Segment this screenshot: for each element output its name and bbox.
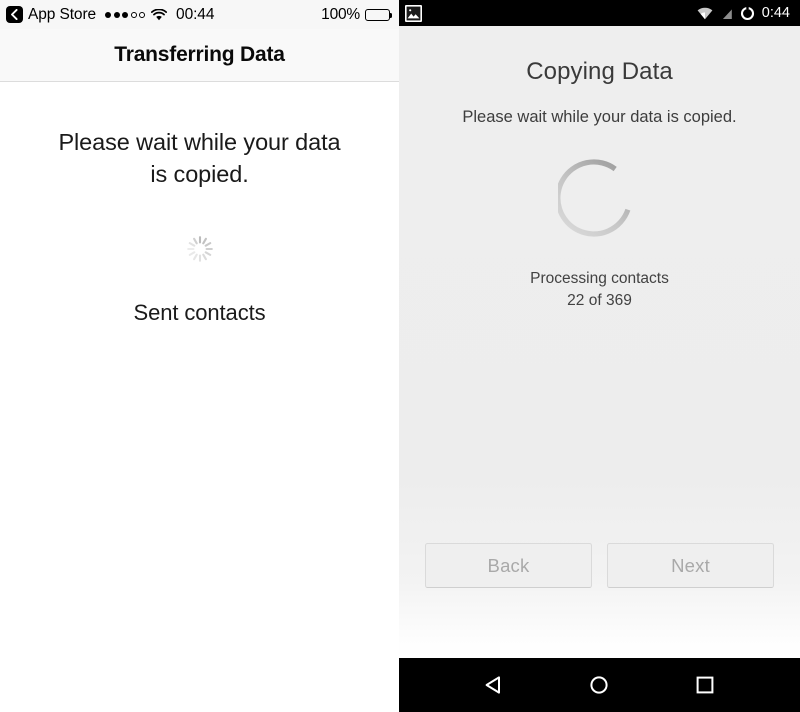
battery-full-icon (365, 8, 393, 21)
android-spinner-container (399, 158, 800, 244)
circular-progress-icon (557, 159, 630, 237)
dual-phone-screenshot: App Store 00:44 100% Transferring Data P… (0, 0, 800, 712)
ios-content-area: Please wait while your data is copied. S… (0, 82, 399, 712)
ios-spinner-container (0, 234, 399, 264)
android-progress-label: Processing contacts (530, 270, 669, 287)
signal-dot-empty (139, 11, 146, 18)
nav-home-circle-icon[interactable] (576, 662, 622, 708)
ios-wait-message: Please wait while your data is copied. (58, 129, 341, 187)
ios-status-right-group: 100% (321, 5, 393, 24)
ios-transfer-status: Sent contacts (133, 299, 266, 325)
android-wait-message: Please wait while your data is copied. (462, 108, 737, 126)
page-title: Transferring Data (114, 43, 285, 66)
ios-clock: 00:44 (176, 5, 215, 23)
back-button[interactable]: Back (425, 543, 592, 588)
ios-nav-bar: Transferring Data (0, 29, 399, 82)
gallery-image-icon (405, 4, 422, 22)
android-status-bar: 0:44 (399, 0, 800, 26)
android-content-area: Copying Data Please wait while your data… (399, 26, 800, 658)
chevron-left-icon[interactable] (6, 6, 23, 23)
android-button-row: Back Next (399, 543, 800, 588)
android-status-right-group: 0:44 (697, 5, 790, 21)
nav-back-triangle-icon[interactable] (471, 662, 517, 708)
ios-battery-percent: 100% (321, 5, 360, 23)
wifi-icon (151, 8, 168, 21)
battery-ring-icon (740, 6, 755, 21)
signal-dot-empty (130, 11, 137, 18)
ios-phone-panel: App Store 00:44 100% Transferring Data P… (0, 0, 399, 712)
signal-dot-filled (113, 11, 120, 18)
signal-dot-filled (122, 11, 129, 18)
nav-recents-square-icon[interactable] (682, 662, 728, 708)
wifi-icon (697, 7, 713, 20)
ios-carrier-label[interactable]: App Store (28, 6, 96, 24)
android-page-title: Copying Data (526, 58, 673, 85)
ios-status-bar: App Store 00:44 100% (0, 0, 399, 29)
signal-no-service-icon (720, 6, 733, 20)
activity-spinner-icon (186, 236, 213, 262)
android-clock: 0:44 (761, 5, 790, 21)
android-phone-panel: 0:44 Copying Data Please wait while your… (399, 0, 800, 712)
next-button[interactable]: Next (607, 543, 774, 588)
signal-dot-filled (105, 11, 112, 18)
android-progress-block: Processing contacts 22 of 369 (399, 268, 800, 312)
ios-signal-dots (105, 11, 146, 18)
android-progress-count: 22 of 369 (567, 292, 632, 309)
android-navigation-bar (399, 658, 800, 712)
